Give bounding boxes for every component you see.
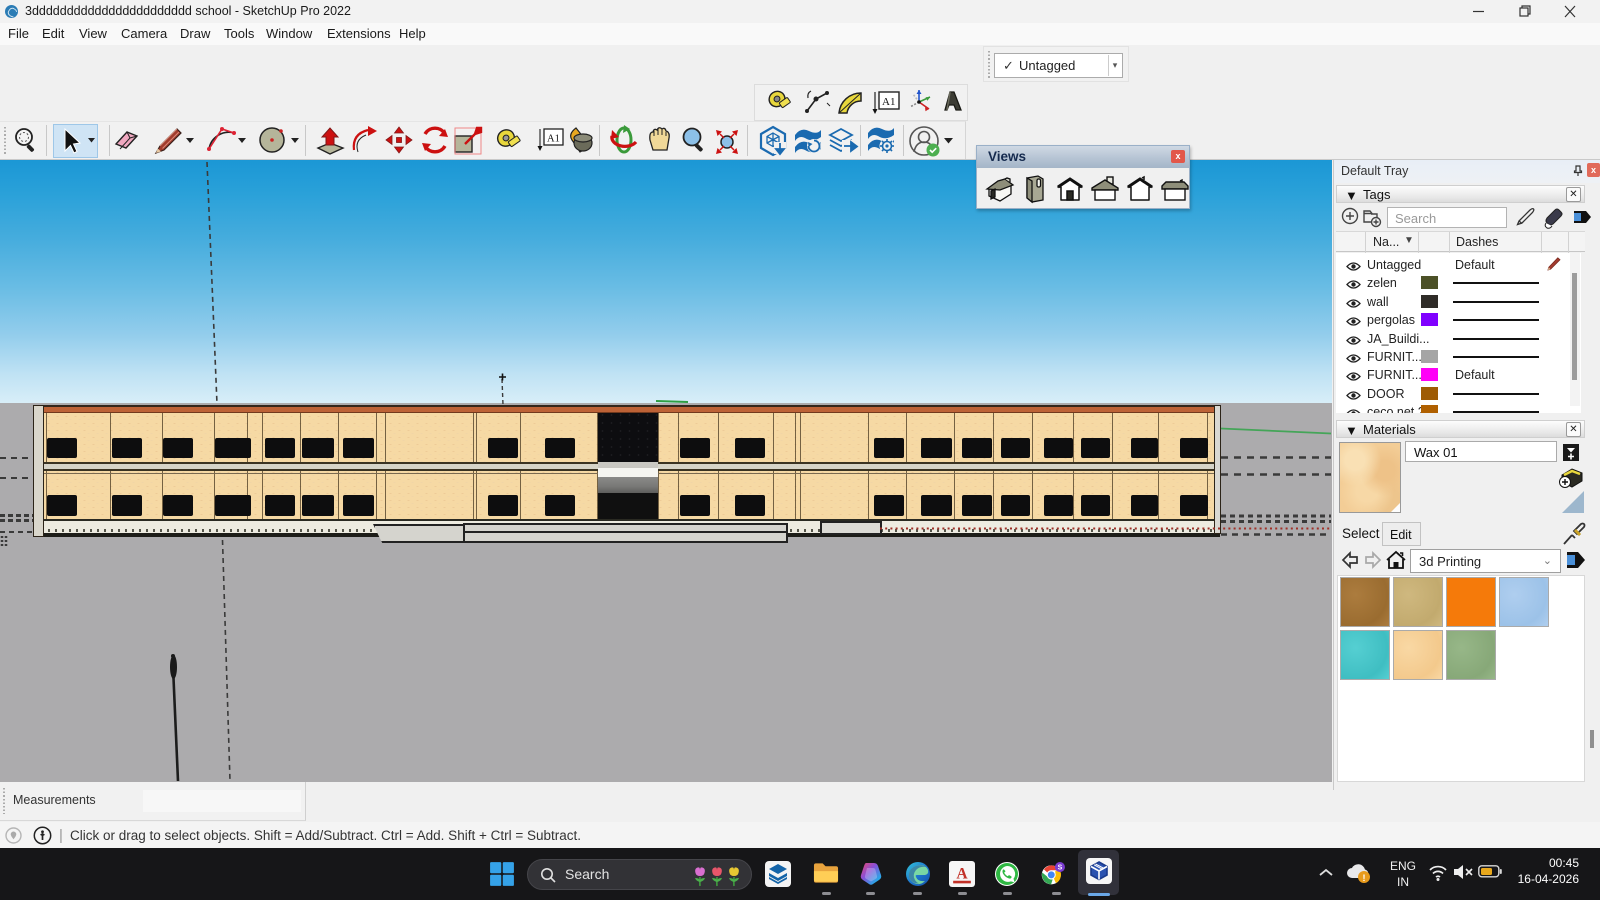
svg-text:S: S xyxy=(1058,865,1063,872)
svg-text:A: A xyxy=(956,866,968,883)
svg-text:!: ! xyxy=(1363,873,1366,883)
svg-text:A1: A1 xyxy=(882,96,895,108)
svg-text:A1: A1 xyxy=(547,134,560,145)
